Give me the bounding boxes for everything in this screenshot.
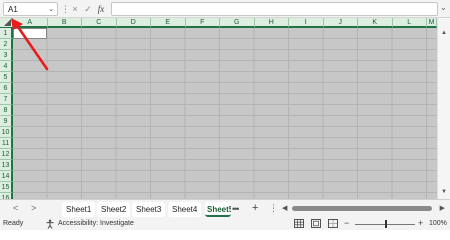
column-header-d[interactable]: D: [116, 18, 151, 28]
tab-sheet3[interactable]: Sheet3: [132, 202, 166, 217]
column-header-e[interactable]: E: [151, 18, 186, 28]
row-header-11[interactable]: 11: [0, 138, 13, 149]
column-header-k[interactable]: K: [358, 18, 393, 28]
row-header-14[interactable]: 14: [0, 171, 13, 182]
next-sheet-icon[interactable]: >: [31, 203, 36, 213]
zoom-level[interactable]: 100%: [429, 220, 447, 227]
scroll-up-icon[interactable]: ▲: [441, 30, 447, 36]
row-header-9[interactable]: 9: [0, 116, 13, 127]
row-header-8[interactable]: 8: [0, 105, 13, 116]
name-box-value: A1: [8, 5, 18, 14]
tab-sheet5[interactable]: Sheet5: [205, 202, 231, 217]
annotation-arrow: [11, 18, 49, 71]
tab-options-icon[interactable]: ⋮: [269, 203, 278, 214]
chevron-down-icon[interactable]: ⌄: [48, 5, 54, 13]
tab-sheet4[interactable]: Sheet4: [168, 202, 202, 217]
column-header-m[interactable]: M: [427, 18, 437, 28]
horizontal-scrollbar[interactable]: ◀ ▶: [282, 205, 447, 213]
status-ready: Ready: [3, 220, 24, 227]
more-sheets-icon[interactable]: •••: [232, 204, 240, 214]
column-header-c[interactable]: C: [82, 18, 117, 28]
scroll-down-icon[interactable]: ▼: [441, 189, 447, 195]
tab-sheet2[interactable]: Sheet2: [97, 202, 131, 217]
accessibility-icon[interactable]: [45, 219, 55, 229]
sheet-tabs-bar: < > Sheet1 Sheet2 Sheet3 Sheet4 Sheet5 •…: [0, 199, 450, 218]
scroll-right-icon[interactable]: ▶: [440, 204, 445, 212]
name-box[interactable]: A1 ⌄: [3, 2, 58, 16]
close-icon[interactable]: ×: [71, 3, 79, 15]
scroll-left-icon[interactable]: ◀: [282, 204, 287, 212]
column-header-h[interactable]: H: [254, 18, 289, 28]
formula-bar: A1 ⌄ ⋮ × ✓ fx ⌄: [0, 0, 450, 18]
add-sheet-icon[interactable]: +: [252, 202, 258, 214]
page-layout-view-icon[interactable]: [311, 219, 321, 228]
column-header-l[interactable]: L: [392, 18, 427, 28]
column-header-i[interactable]: I: [289, 18, 324, 28]
expand-formula-bar-icon[interactable]: ⌄: [440, 3, 447, 12]
cell-grid[interactable]: [13, 28, 437, 199]
column-header-j[interactable]: J: [323, 18, 358, 28]
previous-sheet-icon[interactable]: <: [13, 203, 18, 213]
zoom-out-icon[interactable]: −: [344, 218, 349, 228]
zoom-slider-thumb[interactable]: [385, 220, 387, 228]
normal-view-icon[interactable]: [294, 219, 304, 228]
tab-sheet1[interactable]: Sheet1: [62, 202, 96, 217]
zoom-in-icon[interactable]: +: [418, 218, 423, 228]
formula-input[interactable]: [111, 2, 438, 16]
column-header-f[interactable]: F: [185, 18, 220, 28]
vertical-dots-icon[interactable]: ⋮: [61, 3, 70, 15]
row-header-6[interactable]: 6: [0, 83, 13, 94]
insert-function-icon[interactable]: fx: [96, 3, 106, 15]
row-header-12[interactable]: 12: [0, 149, 13, 160]
row-header-10[interactable]: 10: [0, 127, 13, 138]
row-header-15[interactable]: 15: [0, 182, 13, 193]
column-header-g[interactable]: G: [220, 18, 255, 28]
worksheet-area: ABCDEFGHIJKLM 12345678910111213141516 ▲ …: [0, 18, 450, 204]
row-header-7[interactable]: 7: [0, 94, 13, 105]
vertical-scrollbar[interactable]: ▲ ▼: [437, 18, 450, 199]
status-bar: Ready Accessibility: Investigate − + 100…: [0, 218, 450, 230]
accessibility-status[interactable]: Accessibility: Investigate: [58, 220, 134, 227]
horizontal-scroll-thumb[interactable]: [292, 206, 432, 211]
page-break-preview-icon[interactable]: [328, 219, 338, 228]
row-header-13[interactable]: 13: [0, 160, 13, 171]
check-icon[interactable]: ✓: [84, 3, 92, 15]
